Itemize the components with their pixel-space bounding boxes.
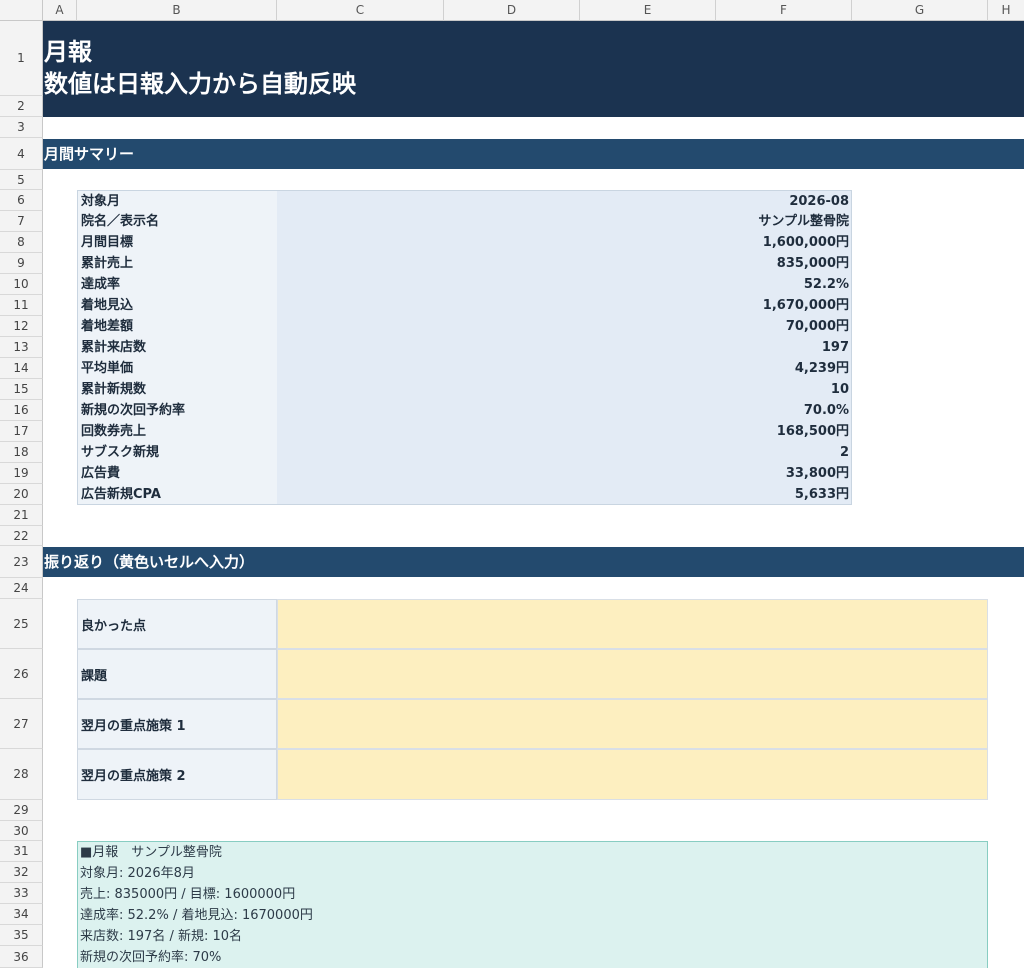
row-header[interactable]: 5 — [0, 170, 43, 190]
summary-label[interactable]: 広告費 — [78, 463, 277, 484]
summary-value[interactable]: 52.2% — [277, 274, 851, 295]
row-header[interactable]: 34 — [0, 904, 43, 925]
reflection-input-issues[interactable] — [277, 649, 988, 699]
summary-value[interactable]: サンプル整骨院 — [277, 211, 851, 232]
column-header-h[interactable]: H — [988, 0, 1024, 21]
summary-label[interactable]: 月間目標 — [78, 232, 277, 253]
summary-label[interactable]: 新規の次回予約率 — [78, 400, 277, 421]
reflection-section-header[interactable]: 振り返り（黄色いセルへ入力） — [43, 547, 1024, 577]
select-all-corner[interactable] — [0, 0, 43, 21]
memo-line: 来店数: 197名 / 新規: 10名 — [80, 929, 243, 944]
row-header[interactable]: 13 — [0, 337, 43, 358]
row-header[interactable]: 4 — [0, 138, 43, 170]
reflection-label-good-points[interactable]: 良かった点 — [77, 599, 277, 649]
row-header[interactable]: 16 — [0, 400, 43, 421]
row-header[interactable]: 27 — [0, 699, 43, 749]
summary-label[interactable]: 累計新規数 — [78, 379, 277, 400]
summary-label[interactable]: 累計来店数 — [78, 337, 277, 358]
summary-label[interactable]: 院名／表示名 — [78, 211, 277, 232]
row-header[interactable]: 35 — [0, 925, 43, 946]
column-header-f[interactable]: F — [716, 0, 852, 21]
row-header[interactable]: 11 — [0, 295, 43, 316]
row-header[interactable]: 21 — [0, 505, 43, 526]
reflection-input-next-measure-2[interactable] — [277, 749, 988, 800]
column-header-c[interactable]: C — [277, 0, 444, 21]
page-title: 月報 数値は日報入力から自動反映 — [44, 36, 356, 100]
row-header[interactable]: 12 — [0, 316, 43, 337]
column-header-e[interactable]: E — [580, 0, 716, 21]
row-header[interactable]: 3 — [0, 117, 43, 138]
summary-label[interactable]: 達成率 — [78, 274, 277, 295]
summary-value[interactable]: 70,000円 — [277, 316, 851, 337]
summary-label[interactable]: 累計売上 — [78, 253, 277, 274]
row-header[interactable]: 6 — [0, 190, 43, 211]
summary-label[interactable]: サブスク新規 — [78, 442, 277, 463]
row-header[interactable]: 25 — [0, 599, 43, 649]
reflection-label-issues[interactable]: 課題 — [77, 649, 277, 699]
reflection-input-good-points[interactable] — [277, 599, 988, 649]
column-header-g[interactable]: G — [852, 0, 988, 21]
row-header[interactable]: 29 — [0, 800, 43, 821]
title-line-2: 数値は日報入力から自動反映 — [44, 70, 356, 98]
memo-line: 達成率: 52.2% / 着地見込: 1670000円 — [80, 908, 313, 923]
summary-value[interactable]: 1,600,000円 — [277, 232, 851, 253]
row-header[interactable]: 1 — [0, 21, 43, 96]
summary-value[interactable]: 10 — [277, 379, 851, 400]
row-header[interactable]: 30 — [0, 821, 43, 841]
summary-label[interactable]: 広告新規CPA — [78, 484, 277, 504]
summary-value[interactable]: 2026-08 — [277, 191, 851, 212]
summary-value[interactable]: 33,800円 — [277, 463, 851, 484]
row-header[interactable]: 14 — [0, 358, 43, 379]
row-header[interactable]: 10 — [0, 274, 43, 295]
summary-label[interactable]: 平均単価 — [78, 358, 277, 379]
row-header[interactable]: 36 — [0, 946, 43, 968]
row-header[interactable]: 9 — [0, 253, 43, 274]
summary-value[interactable]: 1,670,000円 — [277, 295, 851, 316]
summary-value[interactable]: 2 — [277, 442, 851, 463]
column-header-a[interactable]: A — [43, 0, 77, 21]
row-header[interactable]: 2 — [0, 96, 43, 117]
summary-label[interactable]: 着地差額 — [78, 316, 277, 337]
summary-label[interactable]: 着地見込 — [78, 295, 277, 316]
summary-section-header[interactable]: 月間サマリー — [43, 139, 1024, 169]
row-header[interactable]: 31 — [0, 841, 43, 862]
memo-line: ■月報 サンプル整骨院 — [80, 845, 222, 860]
row-header[interactable]: 20 — [0, 484, 43, 505]
row-header[interactable]: 7 — [0, 211, 43, 232]
row-header[interactable]: 26 — [0, 649, 43, 699]
column-header-b[interactable]: B — [77, 0, 277, 21]
summary-label[interactable]: 対象月 — [78, 191, 277, 212]
row-header[interactable]: 23 — [0, 546, 43, 578]
reflection-input-next-measure-1[interactable] — [277, 699, 988, 749]
row-header[interactable]: 17 — [0, 421, 43, 442]
memo-line: 対象月: 2026年8月 — [80, 866, 195, 881]
summary-value[interactable]: 835,000円 — [277, 253, 851, 274]
column-header-d[interactable]: D — [444, 0, 580, 21]
reflection-label-next-measure-1[interactable]: 翌月の重点施策 1 — [77, 699, 277, 749]
memo-line: 新規の次回予約率: 70% — [80, 950, 222, 965]
reflection-label-next-measure-2[interactable]: 翌月の重点施策 2 — [77, 749, 277, 800]
summary-value[interactable]: 70.0% — [277, 400, 851, 421]
summary-label[interactable]: 回数券売上 — [78, 421, 277, 442]
title-line-1: 月報 — [44, 38, 92, 66]
row-header[interactable]: 15 — [0, 379, 43, 400]
row-header[interactable]: 32 — [0, 862, 43, 883]
row-header[interactable]: 18 — [0, 442, 43, 463]
summary-value[interactable]: 168,500円 — [277, 421, 851, 442]
row-header[interactable]: 33 — [0, 883, 43, 904]
row-header[interactable]: 22 — [0, 526, 43, 546]
row-header[interactable]: 24 — [0, 578, 43, 599]
summary-value[interactable]: 197 — [277, 337, 851, 358]
row-header[interactable]: 8 — [0, 232, 43, 253]
memo-line: 売上: 835000円 / 目標: 1600000円 — [80, 887, 296, 902]
row-header[interactable]: 28 — [0, 749, 43, 800]
summary-value[interactable]: 5,633円 — [277, 484, 851, 504]
row-header[interactable]: 19 — [0, 463, 43, 484]
summary-value[interactable]: 4,239円 — [277, 358, 851, 379]
